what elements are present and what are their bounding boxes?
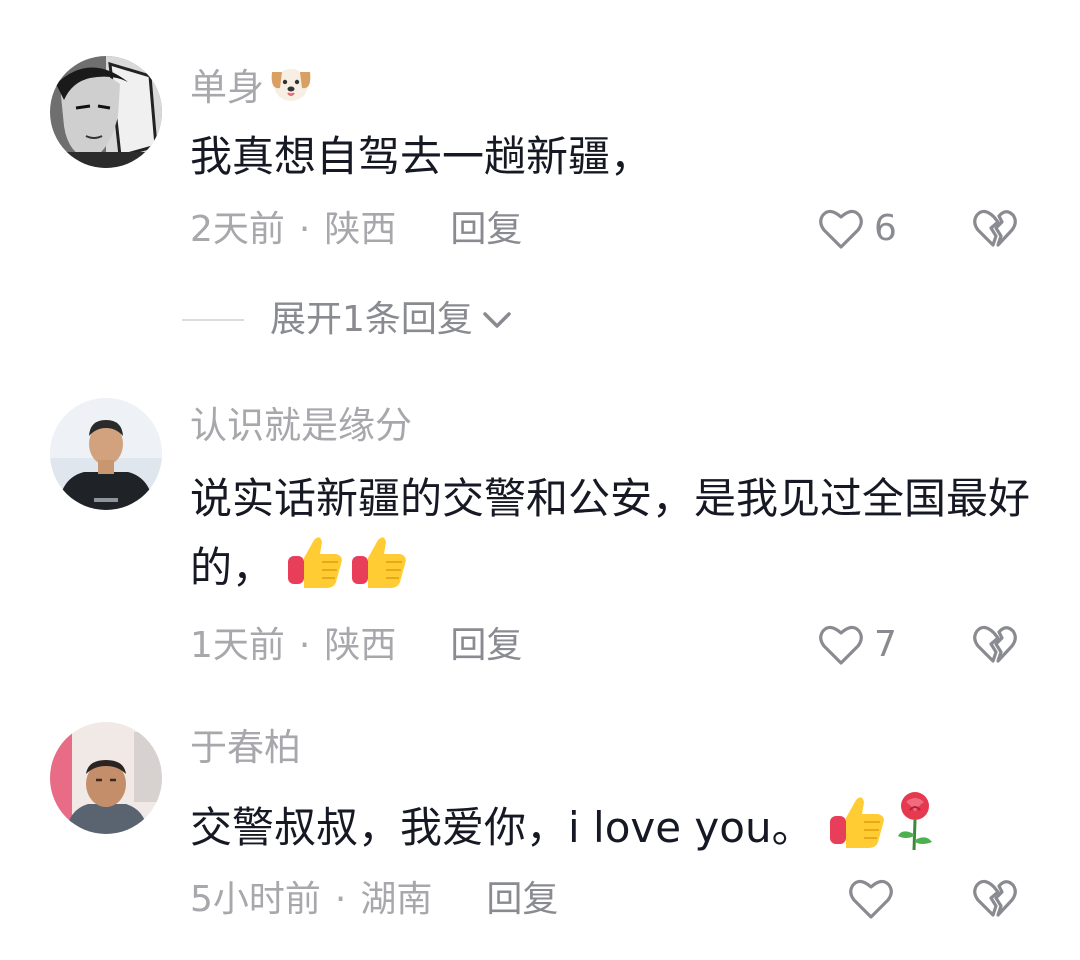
- separator-dot: ·: [298, 209, 311, 250]
- like-count: 7: [874, 624, 897, 665]
- expand-divider: [182, 319, 244, 321]
- username-text: 认识就是缘分: [190, 404, 412, 447]
- comment-meta: 5小时前 · 湖南 回复: [190, 878, 558, 922]
- broken-heart-icon: [973, 879, 1017, 917]
- like-count: 6: [874, 208, 897, 249]
- comment-time: 5小时前: [190, 879, 321, 920]
- heart-outline-icon: [849, 879, 893, 919]
- broken-heart-icon: [973, 625, 1017, 663]
- dislike-button[interactable]: [972, 622, 1018, 672]
- chevron-down-icon: [483, 312, 511, 328]
- expand-replies-label: 展开1条回复: [270, 299, 473, 340]
- comment-item: 单身 我真想自驾去一趟新疆， 2天前 · 陕西 回复 6: [0, 0, 1080, 290]
- username-text: 于春柏: [190, 726, 301, 769]
- comment-location: 陕西: [324, 209, 397, 250]
- comment-location: 陕西: [324, 625, 397, 666]
- thumbs-up-emoji: [828, 792, 886, 869]
- avatar[interactable]: [50, 398, 162, 510]
- comment-text: 说实话新疆的交警和公安，是我见过全国最好的，: [190, 466, 1040, 609]
- dislike-button[interactable]: [972, 876, 1018, 926]
- broken-heart-icon: [973, 209, 1017, 247]
- comment-text-content: 交警叔叔，我爱你，i love you。: [190, 803, 814, 852]
- separator-dot: ·: [298, 625, 311, 666]
- thumbs-up-emoji: [286, 532, 344, 609]
- comment-item: 于春柏 交警叔叔，我爱你，i love you。 5小时前 · 湖南 回复: [0, 700, 1080, 960]
- reply-button[interactable]: 回复: [486, 879, 558, 920]
- comment-meta: 2天前 · 陕西 回复: [190, 208, 522, 252]
- like-button[interactable]: 7: [818, 622, 897, 668]
- comment-location: 湖南: [360, 879, 433, 920]
- username[interactable]: 于春柏: [190, 726, 301, 770]
- reply-button[interactable]: 回复: [450, 209, 522, 250]
- comment-text: 我真想自驾去一趟新疆，: [190, 132, 653, 181]
- username[interactable]: 认识就是缘分: [190, 404, 412, 448]
- comment-time: 2天前: [190, 209, 285, 250]
- avatar[interactable]: [50, 56, 162, 168]
- heart-outline-icon: [819, 209, 863, 249]
- thumbs-up-emoji: [350, 532, 408, 609]
- comment-time: 1天前: [190, 625, 285, 666]
- heart-outline-icon: [819, 625, 863, 665]
- dog-face-emoji: [268, 62, 314, 114]
- dislike-button[interactable]: [972, 206, 1018, 256]
- username-text: 单身: [190, 66, 264, 109]
- rose-emoji: [892, 790, 938, 871]
- like-button[interactable]: [848, 876, 894, 922]
- like-button[interactable]: 6: [818, 206, 897, 252]
- username[interactable]: 单身: [190, 62, 314, 114]
- reply-button[interactable]: 回复: [450, 625, 522, 666]
- avatar[interactable]: [50, 722, 162, 834]
- comment-text: 交警叔叔，我爱你，i love you。: [190, 790, 1040, 871]
- comment-item: 认识就是缘分 说实话新疆的交警和公安，是我见过全国最好的， 1天前 · 陕西 回复 7: [0, 380, 1080, 700]
- separator-dot: ·: [334, 879, 347, 920]
- expand-replies-button[interactable]: 展开1条回复: [182, 298, 515, 342]
- comment-meta: 1天前 · 陕西 回复: [190, 624, 522, 668]
